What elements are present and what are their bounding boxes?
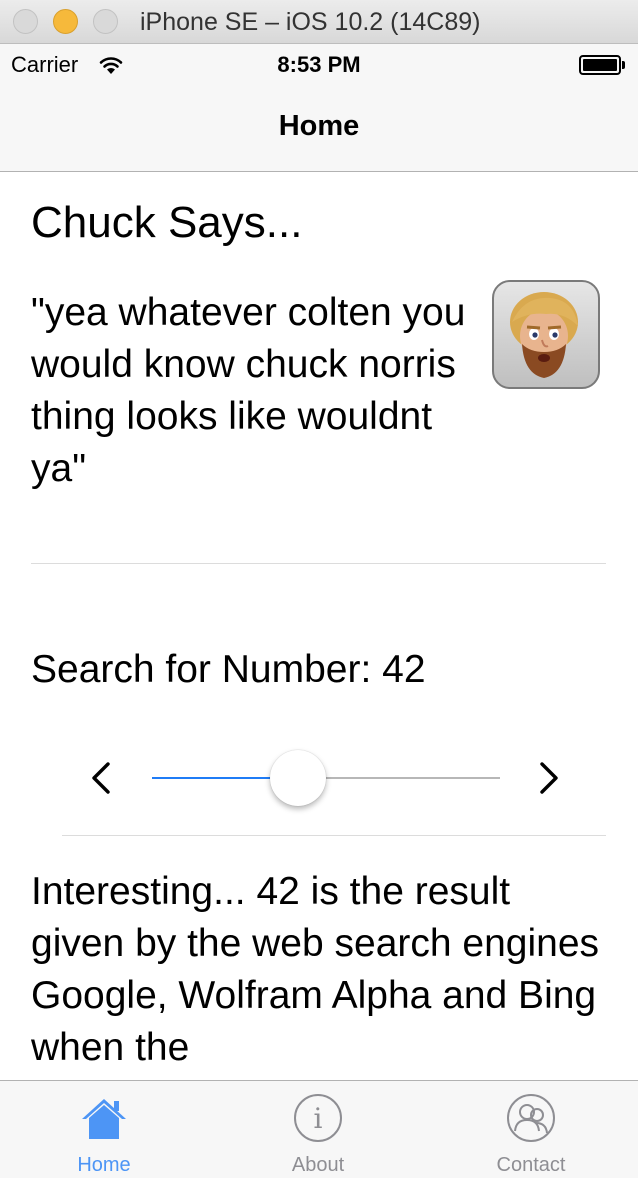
simulator-window-bar: iPhone SE – iOS 10.2 (14C89) [0,0,638,44]
nav-title: Home [278,110,360,142]
search-number-label: Search for Number: 42 [31,648,426,692]
house-icon [82,1099,126,1139]
tab-contact[interactable]: Contact [451,1081,611,1178]
search-number-value: 42 [382,648,426,691]
info-icon: i [294,1094,342,1142]
window-close-button[interactable] [13,9,38,34]
slider-divider [62,835,606,836]
search-label-text: Search for Number: [31,648,372,691]
battery-icon [579,55,625,75]
chevron-right-icon[interactable] [528,756,568,800]
tab-about-label: About [291,1154,345,1176]
section-divider [31,563,606,564]
chuck-avatar-icon [492,280,600,389]
status-bar: Carrier 8:53 PM [0,44,638,84]
window-title: iPhone SE – iOS 10.2 (14C89) [140,8,481,36]
tab-contact-label: Contact [496,1154,566,1176]
tab-home-label: Home [77,1154,131,1176]
chevron-left-icon[interactable] [82,756,122,800]
slider-thumb[interactable] [270,750,327,806]
number-slider[interactable] [152,750,500,806]
window-zoom-button[interactable] [93,9,118,34]
chuck-quote: "yea whatever colten you would know chuc… [31,291,466,490]
navigation-bar: Home [0,84,638,172]
contacts-icon [507,1094,555,1142]
chuck-heading: Chuck Says... [31,198,303,247]
number-fact-text: Interesting... 42 is the result given by… [31,870,600,1069]
status-time: 8:53 PM [277,52,361,77]
window-minimize-button[interactable] [53,9,78,34]
svg-text:i: i [314,1102,323,1135]
tab-about[interactable]: i About [238,1081,398,1178]
tab-home[interactable]: Home [24,1081,184,1178]
tab-bar: Home i About Contact [0,1080,638,1178]
